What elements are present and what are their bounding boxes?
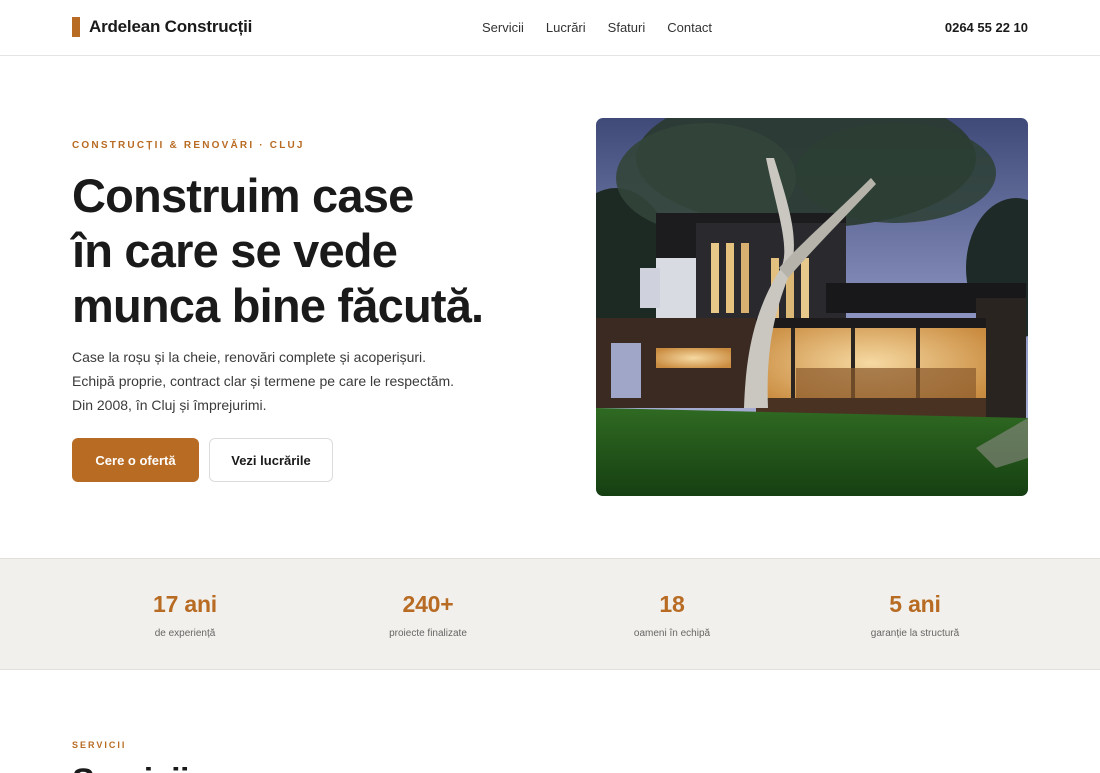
stat-experience: 17 ani de experiență <box>65 559 305 639</box>
services-eyebrow: SERVICII <box>72 740 127 750</box>
hero-house-image <box>596 118 1028 496</box>
logo-mark <box>72 17 80 37</box>
hero-headline-line: Construim case <box>72 169 414 222</box>
hero-lead-line: Din 2008, în Cluj și împrejurimi. <box>72 397 267 413</box>
main-nav: Servicii Lucrări Sfaturi Contact <box>482 20 734 36</box>
stat-label: proiecte finalizate <box>389 628 467 639</box>
hero-headline: Construim case în care se vede munca bin… <box>72 168 542 333</box>
nav-item-contact[interactable]: Contact <box>667 20 712 36</box>
phone-link[interactable]: 0264 55 22 10 <box>945 20 1028 35</box>
stat-team: 18 oameni în echipă <box>552 559 792 639</box>
hero-headline-line: munca bine făcută. <box>72 279 484 332</box>
stat-value: 240+ <box>402 591 454 617</box>
nav-item-sfaturi[interactable]: Sfaturi <box>608 20 646 36</box>
nav-item-servicii[interactable]: Servicii <box>482 20 524 36</box>
stat-value: 17 ani <box>152 591 217 617</box>
view-projects-button[interactable]: Vezi lucrările <box>209 438 333 482</box>
hero-lead-line: Case la roșu și la cheie, renovări compl… <box>72 349 427 365</box>
stat-label: garanție la structură <box>870 628 960 639</box>
stat-value: 5 ani <box>889 591 941 617</box>
stat-projects: 240+ proiecte finalizate <box>308 559 548 639</box>
hero-headline-line: în care se vede <box>72 224 398 277</box>
stat-value: 18 <box>659 591 685 617</box>
nav-item-lucrari[interactable]: Lucrări <box>546 20 586 36</box>
hero-lead: Case la roșu și la cheie, renovări compl… <box>72 345 512 417</box>
stat-label: oameni în echipă <box>633 628 711 639</box>
hero-eyebrow: CONSTRUCȚII & RENOVĂRI · CLUJ <box>72 140 305 151</box>
logo-text: Ardelean Construcții <box>89 17 253 36</box>
stats-band: 17 ani de experiență 240+ proiecte final… <box>0 558 1100 670</box>
request-quote-button[interactable]: Cere o ofertă <box>72 438 199 482</box>
logo[interactable]: Ardelean Construcții <box>72 17 252 37</box>
hero-lead-line: Echipă proprie, contract clar și termene… <box>72 373 455 389</box>
stat-warranty: 5 ani garanție la structură <box>795 559 1035 639</box>
services-title: Servicii <box>72 762 189 773</box>
stat-label: de experiență <box>154 628 216 639</box>
site-header: Ardelean Construcții Servicii Lucrări Sf… <box>0 0 1100 56</box>
